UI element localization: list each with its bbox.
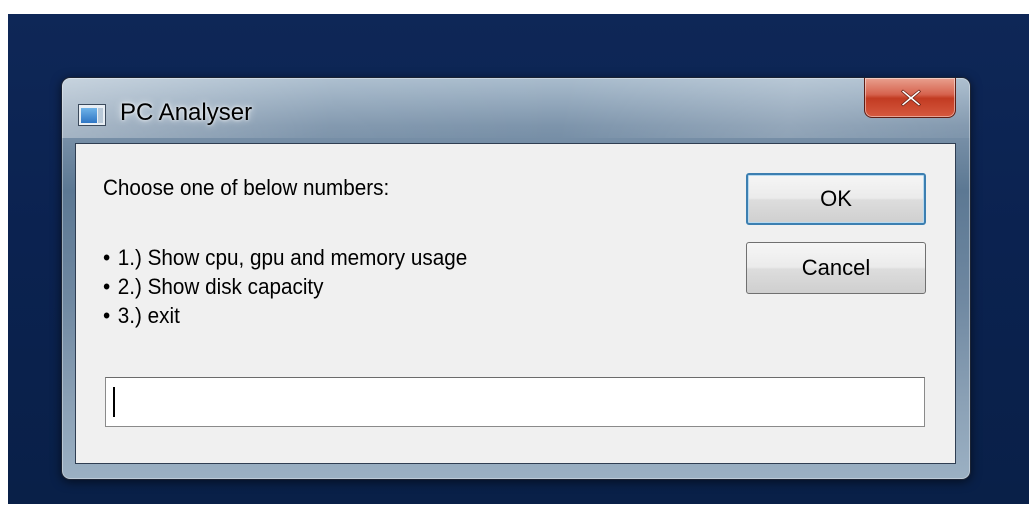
desktop-background: PC Analyser Choose one of below numbers:… (8, 14, 1029, 504)
bullet: • (103, 274, 111, 299)
dialog-window: PC Analyser Choose one of below numbers:… (61, 77, 971, 480)
options-list: • 1.) Show cpu, gpu and memory usage • 2.)… (103, 243, 467, 330)
list-item: • 1.) Show cpu, gpu and memory usage (103, 243, 467, 272)
ok-button[interactable]: OK (746, 173, 926, 225)
prompt-text: Choose one of below numbers: (103, 175, 390, 200)
option-text: 3.) exit (117, 303, 180, 328)
bullet: • (103, 303, 111, 328)
text-caret (113, 387, 115, 417)
dialog-client-area: Choose one of below numbers: • 1.) Show c… (75, 143, 956, 464)
bullet: • (103, 245, 111, 270)
list-item: • 2.) Show disk capacity (103, 272, 467, 301)
icon-pane (81, 108, 97, 123)
close-button[interactable] (864, 78, 956, 118)
title-bar[interactable]: PC Analyser (62, 78, 970, 142)
window-title: PC Analyser (120, 99, 253, 126)
application-window-icon (78, 104, 106, 126)
number-input[interactable] (105, 377, 925, 427)
close-x-icon (901, 89, 921, 107)
option-text: 1.) Show cpu, gpu and memory usage (117, 245, 468, 270)
cancel-button[interactable]: Cancel (746, 242, 926, 294)
list-item: • 3.) exit (103, 301, 467, 330)
icon-side-pane (98, 108, 103, 123)
option-text: 2.) Show disk capacity (117, 274, 324, 299)
